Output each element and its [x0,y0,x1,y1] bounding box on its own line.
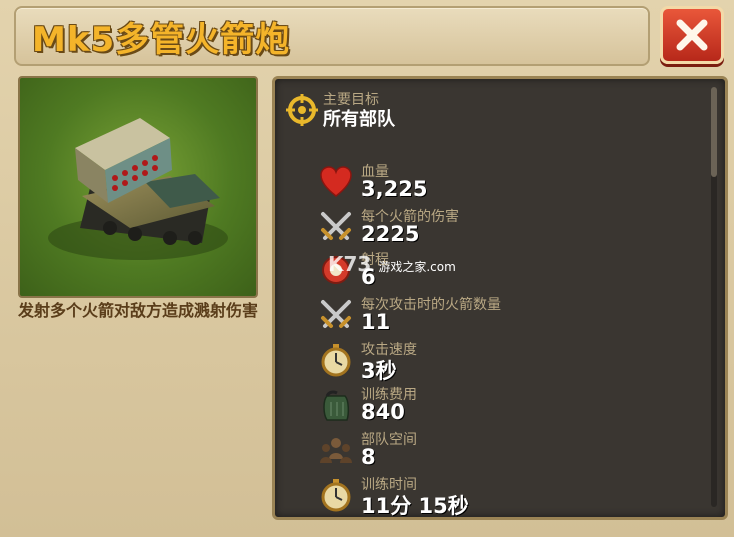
crossed-swords-icon [321,212,351,240]
fuel-can-icon [323,390,350,421]
stat-value: 840 [361,400,405,424]
stat-value: 11 [361,310,391,334]
stopwatch-icon [321,479,351,512]
dialog-frame: Mk5多管火箭炮 发射多个火箭对敌方造成溅射伤害 主要目标 所有部队 血量 3,… [0,0,734,537]
page-title: Mk5多管火箭炮 [32,20,291,60]
stat-value: 2225 [361,222,420,246]
crosshair-icon [286,94,318,126]
unit-image [18,76,258,298]
stat-value: 3,225 [361,177,428,201]
close-button[interactable] [660,6,724,64]
close-icon [676,19,708,51]
stat-value: 11分 15秒 [361,494,469,518]
crossed-swords-icon [321,300,351,328]
troop-space-icon [320,438,352,463]
stat-value: 3秒 [361,359,397,383]
watermark-domain: .com [426,260,456,274]
stopwatch-icon [321,344,351,377]
stats-panel: 主要目标 所有部队 血量 3,225 每个火箭的伤害 2225 射程 6 每次攻… [272,76,728,520]
unit-description: 发射多个火箭对敌方造成溅射伤害 [18,301,259,320]
stat-value: 8 [361,445,376,469]
scrollbar-thumb[interactable] [711,87,717,177]
watermark-text: 游戏之家 [378,260,427,274]
title-bar: Mk5多管火箭炮 [14,6,650,66]
stats-scrollbar[interactable] [711,87,717,507]
watermark: K73 游戏之家.com [328,252,456,276]
watermark-brand: K73 [328,252,372,276]
heart-icon [320,166,352,197]
target-value: 所有部队 [323,109,395,130]
